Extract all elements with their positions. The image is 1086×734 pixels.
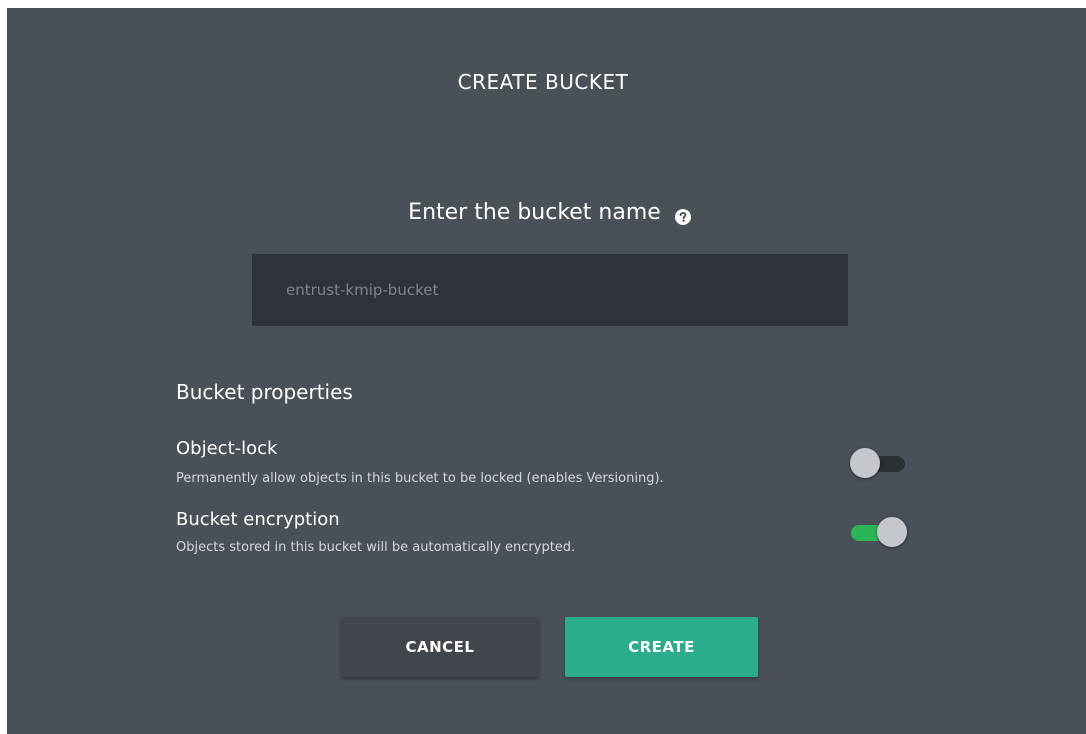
bucket-encryption-toggle[interactable] — [851, 515, 907, 549]
object-lock-toggle[interactable] — [850, 446, 907, 480]
bucket-encryption-description: Objects stored in this bucket will be au… — [176, 540, 576, 555]
question-circle-icon[interactable] — [674, 206, 691, 225]
bucket-name-label-row: Enter the bucket name — [0, 200, 1086, 225]
bucket-encryption-toggle-knob — [877, 517, 907, 547]
bucket-encryption-title: Bucket encryption — [176, 509, 340, 530]
create-button[interactable]: CREATE — [565, 617, 758, 677]
bucket-name-input[interactable] — [252, 254, 848, 326]
create-bucket-dialog — [7, 8, 1086, 734]
object-lock-toggle-knob — [850, 448, 880, 478]
object-lock-title: Object-lock — [176, 438, 278, 459]
cancel-button[interactable]: CANCEL — [341, 617, 539, 677]
bucket-name-label: Enter the bucket name — [408, 200, 661, 225]
dialog-title: CREATE BUCKET — [457, 70, 629, 94]
bucket-properties-heading: Bucket properties — [176, 380, 353, 404]
object-lock-description: Permanently allow objects in this bucket… — [176, 471, 664, 486]
